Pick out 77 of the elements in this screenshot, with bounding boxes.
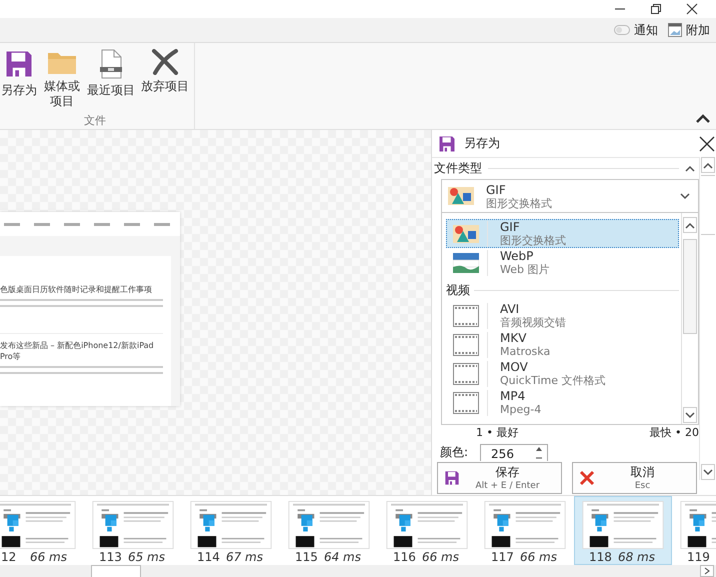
close-icon[interactable] [686, 3, 698, 15]
frame-item[interactable]: 119 [672, 496, 716, 565]
picture-icon [668, 23, 682, 37]
frame-number: 117 [491, 550, 514, 564]
section-title: 文件类型 [434, 160, 482, 176]
cancel-icon [579, 470, 595, 486]
slider-max-label: 最快 • 20 [650, 426, 699, 441]
save-button[interactable]: 保存 Alt + E / Enter [437, 462, 562, 494]
colors-spinner[interactable]: 256 [480, 444, 548, 461]
scroll-down-icon[interactable] [685, 412, 695, 418]
scrollbar-thumb[interactable] [701, 175, 715, 235]
format-option[interactable]: GIF 图形交换格式 [446, 219, 679, 248]
frame-item[interactable]: 114 67 ms [182, 496, 280, 565]
article-title: 发布这些新品 – 新配色iPhone12/新款iPad Pro等 [0, 340, 155, 362]
save-icon [438, 134, 456, 152]
frame-item[interactable]: 116 66 ms [378, 496, 476, 565]
frame-duration: 65 ms [128, 550, 165, 564]
group-header: 视频 [446, 282, 470, 298]
frame-number: 116 [393, 550, 416, 564]
top-bar-button[interactable]: 通知 [614, 22, 658, 38]
film-icon [453, 392, 479, 414]
ribbon-button[interactable]: 另存为 [0, 45, 38, 113]
scroll-up-icon[interactable] [703, 162, 713, 168]
chevron-down-icon[interactable] [680, 192, 690, 200]
scrollbar-thumb[interactable] [683, 239, 697, 334]
slider-min-label: 1 • 最好 [476, 426, 518, 441]
frame-duration: 68 ms [618, 550, 655, 564]
frame-number: 118 [589, 550, 612, 564]
scrollbar-thumb[interactable] [91, 565, 141, 577]
ribbon-button[interactable]: 媒体或项目 [42, 45, 82, 113]
format-option[interactable]: MOV QuickTime 文件格式 [446, 359, 679, 388]
document-icon [99, 49, 123, 79]
collapse-icon[interactable] [685, 164, 695, 172]
frame-number: 114 [197, 550, 220, 564]
format-option[interactable]: MKV Matroska [446, 330, 679, 359]
frame-item[interactable]: 115 64 ms [280, 496, 378, 565]
frame-duration: 66 ms [520, 550, 557, 564]
article-title: 色版桌面日历软件随时记录和提醒工作事项 [0, 284, 153, 295]
panel-title: 另存为 [464, 135, 501, 152]
colors-label: 颜色: [440, 444, 468, 461]
frame-item[interactable]: 117 66 ms [476, 496, 574, 565]
restore-icon[interactable] [650, 3, 662, 15]
format-option[interactable]: AVI 音频视频交错 [446, 301, 679, 330]
frame-duration: 66 ms [422, 550, 459, 564]
frame-number: 113 [99, 550, 122, 564]
cancel-button[interactable]: 取消 Esc [572, 462, 697, 494]
scroll-right-icon[interactable] [704, 567, 710, 575]
frame-item[interactable]: 118 68 ms [574, 496, 672, 565]
ribbon-button[interactable]: 最近项目 [86, 45, 136, 113]
close-button[interactable] [699, 136, 715, 152]
film-icon [453, 362, 479, 384]
image-format-icon [453, 222, 479, 244]
scroll-down-icon[interactable] [703, 468, 713, 476]
format-dropdown[interactable]: GIF 图形交换格式 [441, 179, 699, 213]
frame-duration: 64 ms [324, 550, 361, 564]
toggle-icon [614, 25, 630, 35]
ribbon-button[interactable]: 放弃项目 [140, 45, 190, 113]
format-option[interactable]: WebP Web 图片 [446, 248, 679, 277]
film-icon [453, 334, 479, 356]
scroll-up-icon[interactable] [685, 222, 695, 228]
collapse-icon[interactable] [696, 114, 710, 123]
frame-number: 119 [687, 550, 710, 564]
webp-format-icon [453, 252, 479, 274]
image-format-icon [448, 185, 474, 207]
format-option[interactable]: MP4 Mpeg-4 [446, 388, 679, 417]
frame-item[interactable]: 113 65 ms [84, 496, 182, 565]
close-icon [151, 49, 179, 75]
group-label: 文件 [83, 113, 107, 128]
frame-duration: 66 ms [30, 550, 67, 564]
top-bar-button[interactable]: 附加 [668, 22, 710, 38]
film-icon [453, 304, 479, 326]
save-icon [4, 49, 34, 79]
frame-number: 115 [295, 550, 318, 564]
frame-item[interactable]: 12 66 ms [0, 496, 84, 565]
frame-number: 12 [1, 550, 16, 564]
frame-duration: 67 ms [226, 550, 263, 564]
save-icon [444, 470, 460, 486]
